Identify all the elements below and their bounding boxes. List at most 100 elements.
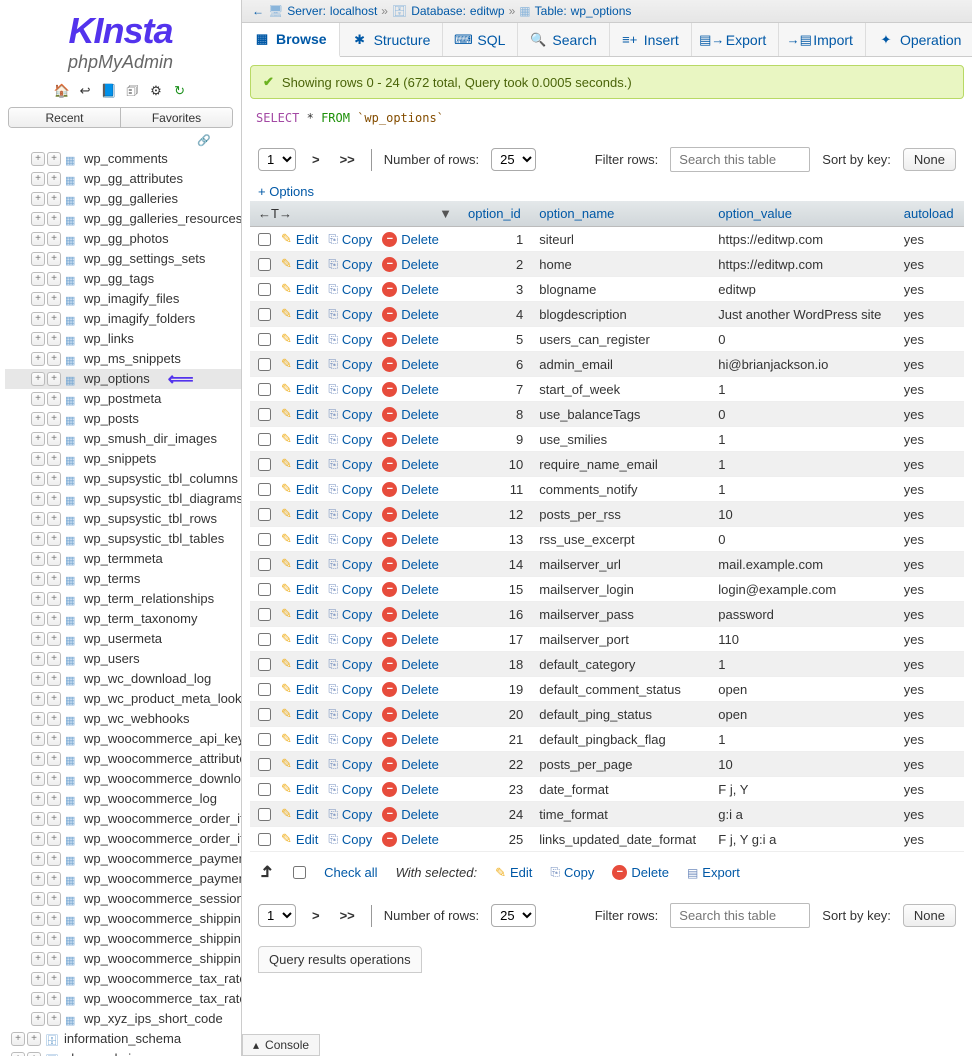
row-checkbox[interactable] [258, 758, 271, 771]
row-checkbox[interactable] [258, 733, 271, 746]
delete-link[interactable]: −Delete [382, 382, 439, 397]
expand-icon[interactable]: + [31, 512, 45, 526]
copy-link[interactable]: ⎘Copy [328, 532, 372, 547]
last-page-bottom[interactable]: >> [336, 908, 359, 923]
expand-icon[interactable]: + [47, 832, 61, 846]
tab-favorites[interactable]: Favorites [121, 108, 232, 127]
edit-link[interactable]: ✎Edit [281, 331, 318, 347]
tab-import[interactable]: →▤Import [779, 23, 866, 56]
tree-table-item[interactable]: ++▦wp_woocommerce_order_iter [5, 829, 241, 849]
edit-link[interactable]: ✎Edit [281, 756, 318, 772]
row-checkbox[interactable] [258, 283, 271, 296]
expand-icon[interactable]: + [31, 852, 45, 866]
reload-icon[interactable]: ↻ [172, 83, 188, 99]
copy-link[interactable]: ⎘Copy [328, 382, 372, 397]
tree-table-item[interactable]: ++▦wp_xyz_ips_short_code [5, 1009, 241, 1029]
expand-icon[interactable]: + [31, 792, 45, 806]
expand-icon[interactable]: + [47, 372, 61, 386]
expand-icon[interactable]: + [31, 972, 45, 986]
delete-link[interactable]: −Delete [382, 432, 439, 447]
tree-table-item[interactable]: ++▦wp_imagify_folders [5, 309, 241, 329]
expand-icon[interactable]: + [47, 212, 61, 226]
expand-icon[interactable]: + [47, 612, 61, 626]
expand-icon[interactable]: + [47, 892, 61, 906]
console-toggle[interactable]: ▴ Console [242, 1034, 320, 1056]
row-checkbox[interactable] [258, 508, 271, 521]
delete-link[interactable]: −Delete [382, 557, 439, 572]
expand-icon[interactable]: + [31, 232, 45, 246]
delete-link[interactable]: −Delete [382, 757, 439, 772]
row-checkbox[interactable] [258, 808, 271, 821]
tree-table-item[interactable]: ++▦wp_woocommerce_download [5, 769, 241, 789]
rows-select[interactable]: 25 [491, 148, 536, 171]
tree-table-item[interactable]: ++▦wp_terms [5, 569, 241, 589]
expand-icon[interactable]: + [47, 392, 61, 406]
row-checkbox[interactable] [258, 633, 271, 646]
tree-table-item[interactable]: ++▦wp_supsystic_tbl_columns [5, 469, 241, 489]
expand-icon[interactable]: + [31, 152, 45, 166]
expand-icon[interactable]: + [47, 592, 61, 606]
expand-icon[interactable]: + [47, 932, 61, 946]
expand-icon[interactable]: + [47, 992, 61, 1006]
row-checkbox[interactable] [258, 233, 271, 246]
edit-link[interactable]: ✎Edit [281, 606, 318, 622]
tree-table-item[interactable]: ++▦wp_postmeta [5, 389, 241, 409]
row-checkbox[interactable] [258, 483, 271, 496]
tree-table-item[interactable]: ++▦wp_woocommerce_log [5, 789, 241, 809]
expand-icon[interactable]: + [31, 912, 45, 926]
options-toggle[interactable]: + Options [250, 182, 964, 201]
expand-icon[interactable]: + [31, 952, 45, 966]
edit-link[interactable]: ✎Edit [281, 481, 318, 497]
edit-link[interactable]: ✎Edit [281, 256, 318, 272]
delete-link[interactable]: −Delete [382, 532, 439, 547]
row-checkbox[interactable] [258, 833, 271, 846]
expand-icon[interactable]: + [31, 672, 45, 686]
expand-icon[interactable]: + [47, 872, 61, 886]
tree-table-item[interactable]: ++▦wp_gg_settings_sets [5, 249, 241, 269]
copy-link[interactable]: ⎘Copy [328, 582, 372, 597]
expand-icon[interactable]: + [47, 412, 61, 426]
copy-link[interactable]: ⎘Copy [328, 507, 372, 522]
server-link[interactable]: localhost [330, 4, 377, 18]
expand-icon[interactable]: + [47, 952, 61, 966]
edit-link[interactable]: ✎Edit [281, 581, 318, 597]
rows-select-bottom[interactable]: 25 [491, 904, 536, 927]
tree-table-item[interactable]: ++▦wp_links [5, 329, 241, 349]
tree-table-item[interactable]: ++▦wp_users [5, 649, 241, 669]
edit-link[interactable]: ✎Edit [281, 406, 318, 422]
tree-table-item[interactable]: ++▦wp_gg_galleries_resources [5, 209, 241, 229]
expand-icon[interactable]: + [31, 332, 45, 346]
tree-table-item[interactable]: ++▦wp_smush_dir_images [5, 429, 241, 449]
tree-db-item[interactable]: ++🗄phpmyadmin [5, 1049, 241, 1056]
expand-icon[interactable]: + [47, 532, 61, 546]
query-results-operations[interactable]: Query results operations [258, 946, 422, 973]
copy-link[interactable]: ⎘Copy [328, 307, 372, 322]
expand-icon[interactable]: + [31, 752, 45, 766]
expand-icon[interactable]: + [31, 832, 45, 846]
copy-link[interactable]: ⎘Copy [328, 707, 372, 722]
tree-table-item[interactable]: ++▦wp_gg_photos [5, 229, 241, 249]
expand-icon[interactable]: + [47, 852, 61, 866]
edit-link[interactable]: ✎Edit [281, 281, 318, 297]
expand-icon[interactable]: + [31, 932, 45, 946]
copy-link[interactable]: ⎘Copy [328, 682, 372, 697]
expand-icon[interactable]: + [47, 272, 61, 286]
docs-icon[interactable]: 📘 [101, 83, 117, 99]
table-link[interactable]: wp_options [571, 4, 632, 18]
expand-icon[interactable]: + [31, 392, 45, 406]
edit-link[interactable]: ✎Edit [281, 381, 318, 397]
next-page-bottom[interactable]: > [308, 908, 324, 923]
edit-link[interactable]: ✎Edit [281, 356, 318, 372]
expand-icon[interactable]: + [47, 572, 61, 586]
tree-table-item[interactable]: ++▦wp_supsystic_tbl_tables [5, 529, 241, 549]
expand-icon[interactable]: + [31, 492, 45, 506]
expand-icon[interactable]: + [27, 1032, 41, 1046]
tree-table-item[interactable]: ++▦wp_usermeta [5, 629, 241, 649]
expand-icon[interactable]: + [31, 192, 45, 206]
expand-icon[interactable]: + [31, 652, 45, 666]
tree-table-item[interactable]: ++▦wp_snippets [5, 449, 241, 469]
edit-link[interactable]: ✎Edit [281, 231, 318, 247]
delete-link[interactable]: −Delete [382, 682, 439, 697]
row-checkbox[interactable] [258, 658, 271, 671]
expand-icon[interactable]: + [31, 992, 45, 1006]
